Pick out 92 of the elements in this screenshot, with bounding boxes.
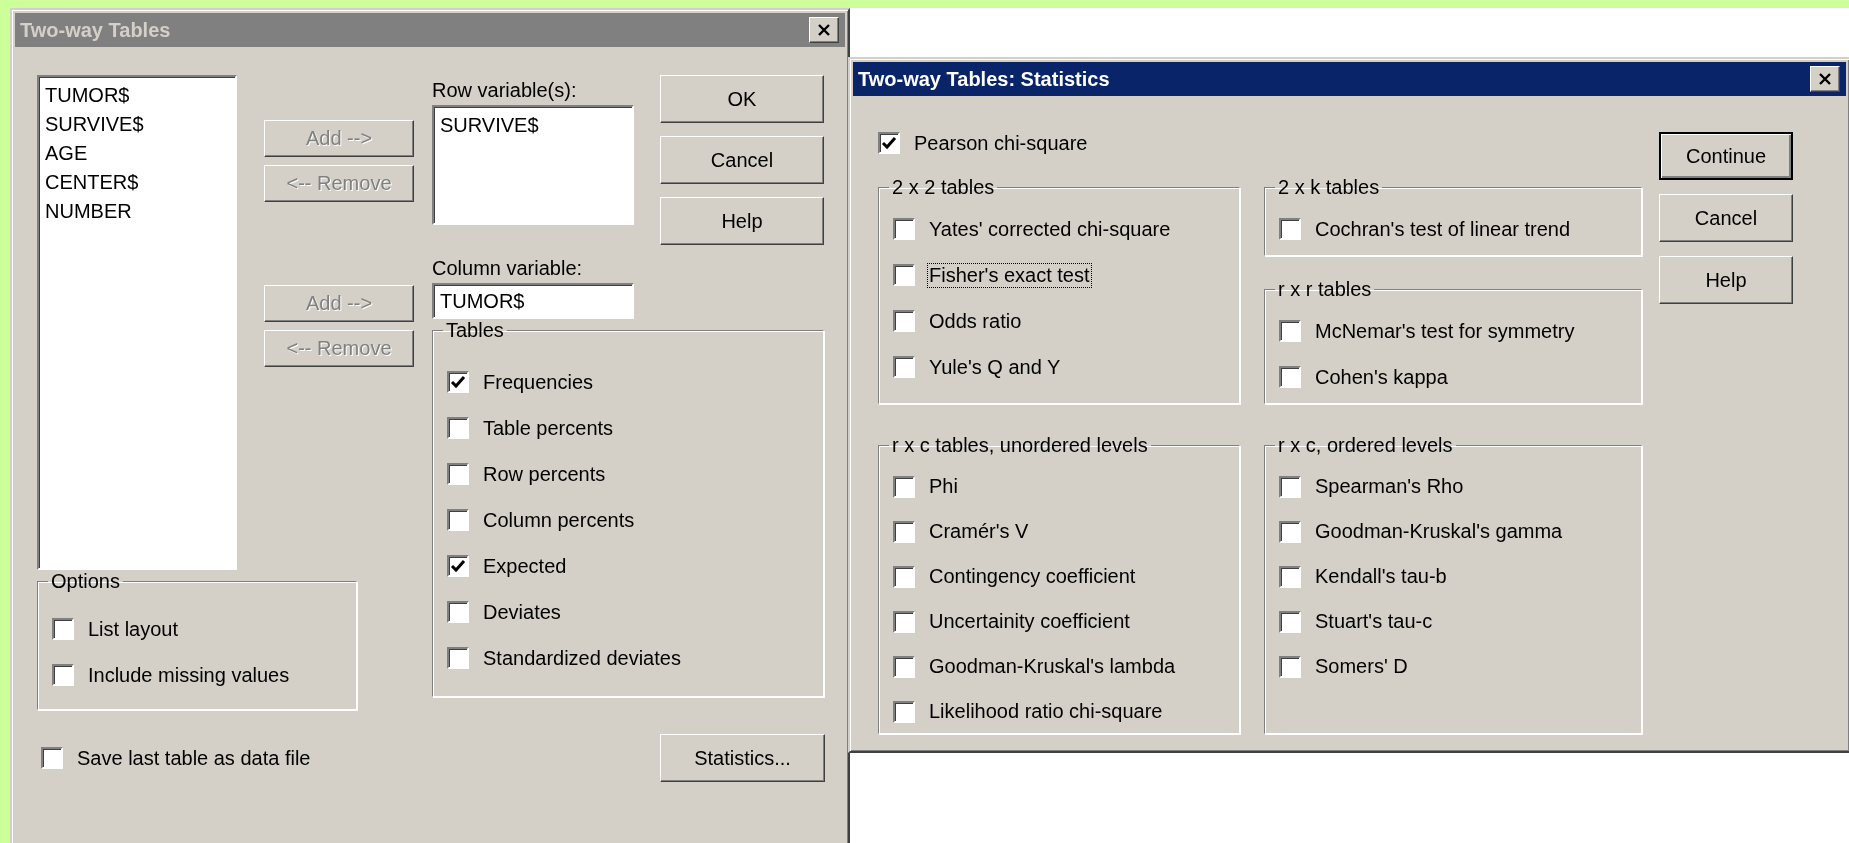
group-title: Tables (445, 319, 505, 342)
checkbox[interactable] (1279, 366, 1301, 388)
checkbox[interactable] (893, 218, 915, 240)
checkbox[interactable] (893, 475, 915, 498)
list-item[interactable]: SURVIVE$ (45, 110, 229, 139)
checkbox-label[interactable]: Goodman-Kruskal's gamma (1313, 519, 1565, 544)
checkbox-label[interactable]: Save last table as data file (75, 745, 313, 771)
checkbox[interactable] (447, 601, 469, 623)
checkbox[interactable] (893, 610, 915, 633)
checkbox-label[interactable]: Likelihood ratio chi-square (927, 699, 1165, 724)
checkbox-label[interactable]: Frequencies (481, 369, 596, 395)
check-icon (881, 136, 897, 150)
dialog-button[interactable]: OK (660, 75, 824, 123)
dialog-button[interactable]: Help (1659, 256, 1793, 304)
close-button[interactable] (809, 17, 839, 43)
checkbox[interactable] (893, 356, 915, 378)
checkbox-label[interactable]: Column percents (481, 507, 637, 533)
checkbox[interactable] (1279, 655, 1301, 678)
checkbox-label[interactable]: Pearson chi-square (912, 130, 1090, 156)
close-icon (817, 24, 831, 36)
group-title: 2 x 2 tables (891, 176, 996, 199)
group-title: r x c, ordered levels (1277, 434, 1454, 457)
checkbox[interactable] (893, 264, 915, 286)
list-item[interactable]: AGE (45, 139, 229, 168)
close-button[interactable] (1810, 66, 1840, 92)
group-title: r x r tables (1277, 278, 1373, 301)
list-item[interactable]: TUMOR$ (45, 81, 229, 110)
list-item[interactable]: CENTER$ (45, 168, 229, 197)
checkbox[interactable] (893, 655, 915, 678)
checkbox[interactable] (41, 747, 63, 769)
checkbox[interactable] (893, 520, 915, 543)
variable-list[interactable]: TUMOR$ SURVIVE$ AGE CENTER$ NUMBER (37, 75, 237, 570)
checkbox-label[interactable]: Kendall's tau-b (1313, 564, 1449, 589)
checkbox[interactable] (1279, 520, 1301, 543)
checkbox[interactable] (1279, 565, 1301, 588)
field-label: Row variable(s): (432, 78, 578, 103)
checkbox-label[interactable]: Cohen's kappa (1313, 364, 1450, 390)
checkbox-label[interactable]: Goodman-Kruskal's lambda (927, 654, 1178, 679)
checkbox-label[interactable]: Cochran's test of linear trend (1313, 216, 1573, 242)
checkbox-label[interactable]: Expected (481, 553, 569, 579)
dialog-button[interactable]: Cancel (1659, 194, 1793, 242)
checkbox[interactable] (447, 417, 469, 439)
checkbox-label[interactable]: Row percents (481, 461, 608, 487)
checkbox-label[interactable]: Standardized deviates (481, 645, 683, 671)
checkbox-label[interactable]: Uncertainity coefficient (927, 609, 1132, 634)
check-icon (450, 375, 466, 389)
window-title: Two-way Tables: Statistics (858, 67, 1110, 91)
checkbox-label[interactable]: Stuart's tau-c (1313, 609, 1435, 634)
window-title: Two-way Tables (20, 18, 171, 42)
checkbox-label[interactable]: Odds ratio (927, 308, 1024, 334)
dialog-button[interactable]: Help (660, 197, 824, 245)
checkbox-label[interactable]: List layout (86, 616, 181, 642)
list-item[interactable]: NUMBER (45, 197, 229, 226)
checkbox-label[interactable]: Yule's Q and Y (927, 354, 1063, 380)
checkbox[interactable] (447, 463, 469, 485)
checkbox-label[interactable]: Spearman's Rho (1313, 474, 1466, 499)
close-icon (1818, 73, 1832, 85)
check-icon (450, 559, 466, 573)
dialog-button[interactable]: Cancel (660, 136, 824, 184)
checkbox-label[interactable]: Include missing values (86, 662, 292, 688)
checkbox-label[interactable]: Cramér's V (927, 519, 1031, 544)
checkbox[interactable] (52, 618, 74, 640)
checkbox-label[interactable]: Phi (927, 474, 960, 499)
checkbox[interactable] (447, 647, 469, 669)
checkbox-label[interactable]: Table percents (481, 415, 616, 441)
checkbox-label[interactable]: Yates' corrected chi-square (927, 216, 1173, 242)
checkbox-label[interactable]: Contingency coefficient (927, 564, 1138, 589)
checkbox[interactable] (447, 555, 469, 577)
checkbox[interactable] (893, 565, 915, 588)
checkbox[interactable] (447, 509, 469, 531)
checkbox[interactable] (1279, 218, 1301, 240)
list-item[interactable]: SURVIVE$ (440, 114, 539, 136)
checkbox[interactable] (1279, 475, 1301, 498)
checkbox[interactable] (893, 310, 915, 332)
checkbox[interactable] (878, 132, 900, 154)
column-variable-field[interactable]: TUMOR$ (432, 283, 634, 319)
checkbox[interactable] (447, 371, 469, 393)
group-title: 2 x k tables (1277, 176, 1381, 199)
dialog-button[interactable]: Continue (1659, 132, 1793, 180)
checkbox-label[interactable]: McNemar's test for symmetry (1313, 318, 1577, 344)
checkbox[interactable] (893, 700, 915, 723)
group-title: Options (50, 570, 121, 593)
checkbox-label[interactable]: Deviates (481, 599, 563, 625)
field-label: Column variable: (432, 256, 584, 281)
group-title: r x c tables, unordered levels (891, 434, 1149, 457)
checkbox-label[interactable]: Somers' D (1313, 654, 1410, 679)
statistics-button[interactable]: Statistics... (660, 734, 825, 782)
checkbox[interactable] (1279, 610, 1301, 633)
checkbox-label[interactable]: Fisher's exact test (927, 262, 1092, 288)
row-variable-list[interactable]: SURVIVE$ (432, 105, 634, 225)
checkbox[interactable] (1279, 320, 1301, 342)
checkbox[interactable] (52, 664, 74, 686)
